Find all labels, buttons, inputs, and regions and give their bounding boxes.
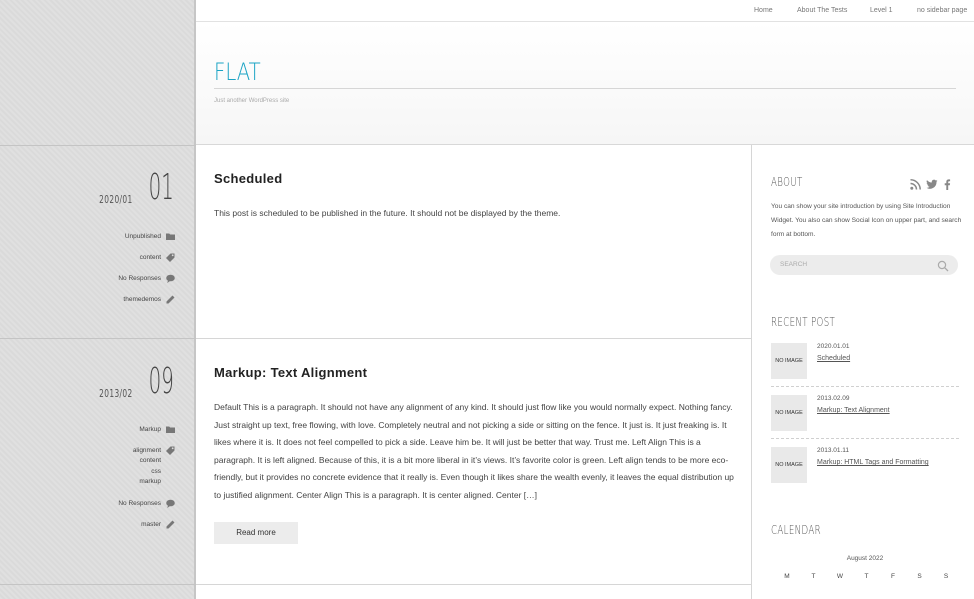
speech-bubble-icon [166,499,175,508]
post-tags[interactable]: alignment content css markup [133,446,175,487]
calendar-widget-title: Calendar [771,523,821,537]
calendar-weekday: M [784,573,790,580]
post-divider [196,584,752,585]
post-date-day: 01 [148,167,174,208]
recent-post-link[interactable]: Scheduled [817,355,850,362]
recent-post-widget-title: Recent Post [771,315,836,329]
post-author[interactable]: themedemos [123,295,175,306]
search-field[interactable]: SEARCH [770,255,958,275]
recent-post-date: 2013.02.09 [817,395,850,402]
site-header: FLAT Just another WordPress site [196,22,974,145]
rss-icon[interactable] [910,177,921,190]
tag-link[interactable]: alignment [133,447,161,454]
post-tags[interactable]: content [140,253,175,264]
post-date: 2020/01 01 [88,167,174,208]
recent-post-date: 2013.01.11 [817,447,850,454]
post-status[interactable]: Unpublished [125,232,175,243]
post-date: 2013/02 09 [88,361,174,402]
folder-icon [166,425,175,434]
recent-post-link[interactable]: Markup: HTML Tags and Formatting [817,459,929,466]
recent-post-item[interactable]: NO IMAGE 2020.01.01 Scheduled [771,343,959,393]
post-excerpt: Default This is a paragraph. It should n… [214,402,734,500]
site-title[interactable]: FLAT [214,58,261,86]
left-meta-column: 2020/01 01 Unpublished content No Respon… [0,0,196,599]
calendar-weekday: W [836,573,844,580]
calendar-weekday: S [917,573,922,580]
recent-post-item[interactable]: NO IMAGE 2013.01.11 Markup: HTML Tags an… [771,447,959,497]
header-divider [214,88,956,89]
pencil-icon [166,295,175,304]
recent-post-date: 2020.01.01 [817,343,850,350]
no-image-thumbnail[interactable]: NO IMAGE [771,447,807,483]
search-icon[interactable] [937,259,949,272]
post-author-label: master [141,521,161,528]
no-image-thumbnail[interactable]: NO IMAGE [771,395,807,431]
recent-post-divider [771,438,959,439]
post-comments[interactable]: No Responses [118,274,175,285]
tag-icon [166,253,175,262]
post-divider [196,338,752,339]
calendar-caption: August 2022 [846,555,884,562]
post-author[interactable]: master [141,520,175,531]
post-category[interactable]: Markup [139,425,175,436]
tag-link[interactable]: css [151,468,161,475]
post-comments[interactable]: No Responses [118,499,175,510]
nav-item-about-the-tests[interactable]: About The Tests [797,7,847,14]
about-text: You can show your site introduction by u… [771,203,962,238]
calendar-weekday-header: M T W T F S S [771,573,959,580]
post-tags-label: content [139,254,161,261]
post-date-year-month: 2013/02 [98,387,133,400]
nav-item-level-1[interactable]: Level 1 [870,7,893,14]
search-placeholder: SEARCH [780,261,808,268]
about-widget-title: About [771,175,803,189]
post-date-day: 09 [148,361,174,402]
left-divider [0,584,196,585]
recent-post-link[interactable]: Markup: Text Alignment [817,407,890,414]
site-tagline: Just another WordPress site [214,98,290,104]
post-category-label: Markup [139,426,161,433]
post-author-label: themedemos [123,296,161,303]
left-divider [0,145,196,146]
calendar-weekday: T [811,573,816,580]
sidebar: About You can show your site introductio… [753,145,974,599]
twitter-icon[interactable] [926,177,938,189]
tag-link[interactable]: content [140,457,161,464]
post-title[interactable]: Scheduled [214,171,282,186]
recent-post-divider [771,386,959,387]
calendar-weekday: S [943,573,949,580]
calendar-weekday: F [891,573,895,580]
post-excerpt: This post is scheduled to be published i… [214,208,561,218]
top-navigation: Home About The Tests Level 1 no sidebar … [196,0,974,22]
main-content: Scheduled This post is scheduled to be p… [196,145,752,599]
nav-item-no-sidebar-page[interactable]: no sidebar page [917,7,967,14]
left-divider [0,338,196,339]
speech-bubble-icon [166,274,175,283]
post-date-year-month: 2020/01 [98,193,133,206]
recent-post-item[interactable]: NO IMAGE 2013.02.09 Markup: Text Alignme… [771,395,959,445]
post-tags-label: alignment content css markup [133,446,161,487]
read-more-button[interactable]: Read more [214,522,298,544]
folder-icon [166,232,175,241]
nav-item-home[interactable]: Home [754,7,773,14]
no-image-thumbnail[interactable]: NO IMAGE [771,343,807,379]
tag-link[interactable]: markup [139,478,161,485]
post-status-label: Unpublished [124,233,161,240]
post-comments-label: No Responses [118,500,161,507]
post-comments-label: No Responses [118,275,161,282]
post-title[interactable]: Markup: Text Alignment [214,365,367,380]
tag-icon [166,446,175,455]
facebook-icon[interactable] [943,177,954,190]
calendar-weekday: T [864,573,869,580]
pencil-icon [166,520,175,529]
